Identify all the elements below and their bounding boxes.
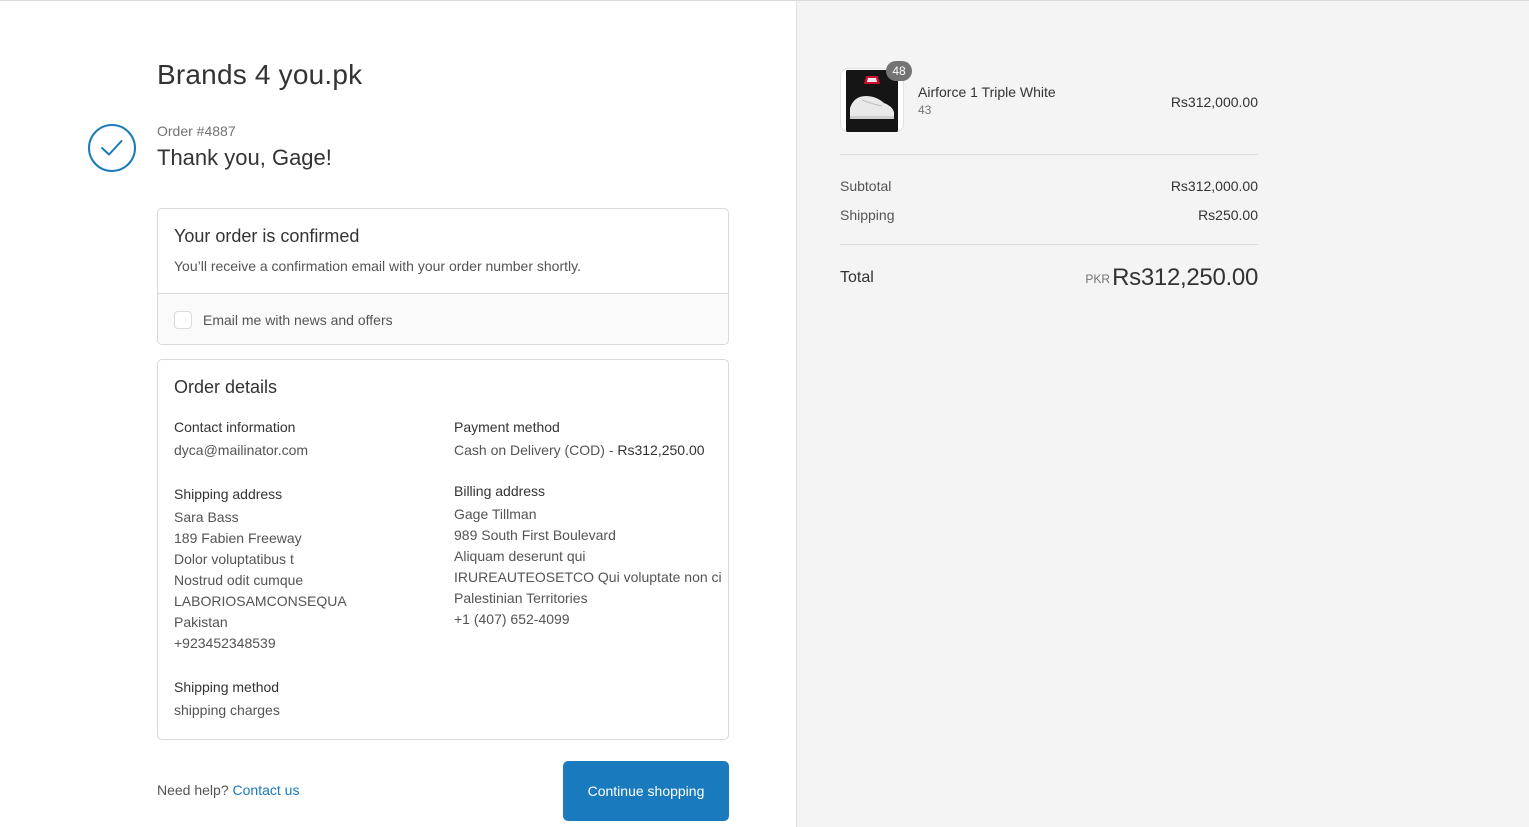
payment-method-block: Payment method Cash on Delivery (COD) - … [454, 419, 724, 461]
address-line: Gage Tillman [454, 506, 537, 522]
contact-us-link[interactable]: Contact us [233, 782, 300, 798]
address-line: Sara Bass [174, 509, 239, 525]
shipping-method-block: Shipping method shipping charges [174, 679, 444, 721]
shipping-address-block: Shipping address Sara Bass 189 Fabien Fr… [174, 486, 444, 654]
order-summary-sidebar: 48 Airforce 1 Triple White 43 Rs312,000.… [796, 1, 1529, 827]
address-line: Nostrud odit cumque [174, 572, 304, 588]
order-details-card: Order details Contact information dyca@m… [157, 359, 729, 740]
payment-method-title: Payment method [454, 419, 560, 435]
product-thumbnail: 48 [840, 61, 912, 132]
summary-divider [840, 154, 1258, 155]
contact-information-title: Contact information [174, 419, 296, 435]
checkout-thank-you-page: Brands 4 you.pk Order #4887 Thank you, G… [0, 0, 1529, 827]
payment-method-name: Cash on Delivery (COD) - [454, 442, 618, 458]
product-line-item: 48 Airforce 1 Triple White 43 Rs312,000.… [840, 61, 1258, 134]
payment-amount: Rs312,250.00 [617, 442, 705, 458]
address-line: 989 South First Boulevard [454, 527, 616, 543]
billing-address-lines: Gage Tillman 989 South First Boulevard A… [454, 504, 724, 630]
thank-you-heading: Thank you, Gage! [157, 145, 332, 170]
contact-information-block: Contact information dyca@mailinator.com [174, 419, 444, 461]
shipping-value: Rs250.00 [1198, 207, 1258, 223]
summary-divider [840, 244, 1258, 245]
newsletter-option[interactable]: Email me with news and offers [158, 294, 728, 344]
address-line: Pakistan [174, 614, 228, 630]
product-variant: 43 [918, 103, 932, 117]
check-icon [101, 140, 123, 156]
product-name: Airforce 1 Triple White [918, 84, 1056, 100]
address-line: +1 (407) 652-4099 [454, 611, 570, 627]
total-label: Total [840, 269, 874, 286]
order-details-title: Order details [174, 377, 278, 397]
newsletter-checkbox[interactable] [174, 310, 192, 329]
shipping-address-title: Shipping address [174, 486, 283, 502]
store-name[interactable]: Brands 4 you.pk [157, 59, 362, 91]
currency-code: PKR [1085, 272, 1110, 286]
order-number: Order #4887 [157, 123, 236, 139]
contact-email: dyca@mailinator.com [174, 442, 309, 458]
address-line: IRUREAUTEOSETCO Qui voluptate non ci [454, 569, 722, 585]
order-confirmed-card: Your order is confirmed You’ll receive a… [157, 208, 729, 345]
shipping-address-lines: Sara Bass 189 Fabien Freeway Dolor volup… [174, 507, 444, 654]
quantity-badge: 48 [886, 61, 912, 81]
shipping-row: Shipping Rs250.00 [840, 207, 1258, 223]
address-line: Aliquam deserunt qui [454, 548, 586, 564]
billing-address-block: Billing address Gage Tillman 989 South F… [454, 483, 724, 630]
address-line: LABORIOSAMCONSEQUA [174, 593, 347, 609]
confirmation-message: You’ll receive a confirmation email with… [174, 258, 581, 274]
total-row: Total PKR Rs312,250.00 [840, 264, 1258, 294]
payment-method-value: Cash on Delivery (COD) - Rs312,250.00 [454, 440, 724, 461]
shipping-method-title: Shipping method [174, 679, 280, 695]
newsletter-label[interactable]: Email me with news and offers [203, 312, 393, 328]
subtotal-label: Subtotal [840, 178, 892, 194]
checkmark-circle-icon [88, 124, 136, 172]
address-line: Palestinian Territories [454, 590, 588, 606]
shipping-label: Shipping [840, 207, 895, 223]
shipping-method-value: shipping charges [174, 702, 280, 718]
address-line: Dolor voluptatibus t [174, 551, 294, 567]
confirmation-header: Your order is confirmed You’ll receive a… [158, 209, 728, 294]
subtotal-value: Rs312,000.00 [1170, 178, 1258, 194]
need-help-text: Need help? [157, 782, 229, 798]
product-price: Rs312,000.00 [1170, 94, 1258, 110]
need-help: Need help? Contact us [157, 782, 299, 798]
subtotal-row: Subtotal Rs312,000.00 [840, 178, 1258, 194]
total-amount: Rs312,250.00 [1112, 264, 1258, 291]
main-content: Brands 4 you.pk Order #4887 Thank you, G… [0, 1, 796, 827]
address-line: +923452348539 [174, 635, 276, 651]
continue-shopping-button[interactable]: Continue shopping [563, 761, 729, 821]
confirmation-title: Your order is confirmed [174, 226, 360, 246]
billing-address-title: Billing address [454, 483, 546, 499]
address-line: 189 Fabien Freeway [174, 530, 302, 546]
